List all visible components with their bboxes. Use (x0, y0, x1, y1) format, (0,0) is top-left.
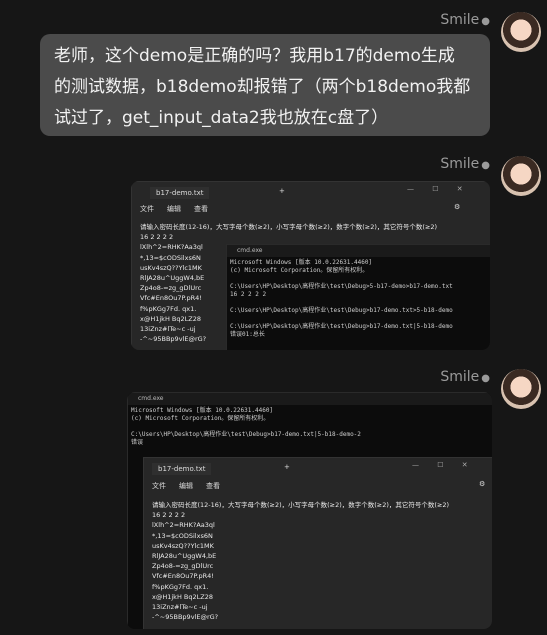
new-tab-icon: + (279, 187, 285, 195)
avatar[interactable] (501, 12, 541, 52)
screenshot-image[interactable]: cmd.exe Microsoft Windows [版本 10.0.22631… (127, 392, 492, 629)
gear-icon: ⚙ (479, 480, 486, 488)
notepad-content: 请输入密码长度(12-16)，大写字母个数(≥2)，小写字母个数(≥2)，数字个… (152, 501, 450, 622)
cmd-title: cmd.exe (128, 393, 492, 405)
notepad-tab: b17-demo.txt (150, 187, 210, 199)
message-line: 的测试数据，b18demo却报错了（两个b18demo我都 (54, 77, 471, 97)
menu-view: 查看 (206, 482, 220, 490)
cmd-window: cmd.exe Microsoft Windows [版本 10.0.22631… (226, 244, 490, 350)
menu-file: 文件 (152, 482, 166, 490)
sender-name: Smile ● (440, 369, 490, 385)
message-bubble: 老师，这个demo是正确的吗？我用b17的demo生成 的测试数据，b18dem… (40, 34, 490, 136)
cmd-output: Microsoft Windows [版本 10.0.22631.4460] (… (230, 259, 453, 338)
avatar[interactable] (501, 369, 541, 409)
notepad-window: b17-demo.txt + — ☐ ✕ 文件 编辑 查看 ⚙ 请输入密码长度(… (143, 457, 492, 629)
avatar[interactable] (501, 156, 541, 196)
cmd-title: cmd.exe (227, 245, 490, 257)
message-line: 试过了，get_input_data2我也放在c盘了） (54, 108, 389, 128)
menu-edit: 编辑 (179, 482, 193, 490)
menu-view: 查看 (194, 205, 208, 213)
sender-name: Smile ● (440, 12, 490, 28)
message-line: 老师，这个demo是正确的吗？我用b17的demo生成 (54, 46, 455, 66)
sender-name: Smile ● (440, 156, 490, 172)
screenshot-image[interactable]: b17-demo.txt + — ☐ ✕ 文件 编辑 查看 ⚙ 请输入密码长度(… (131, 181, 490, 350)
menu-file: 文件 (140, 205, 154, 213)
notepad-tab: b17-demo.txt (152, 463, 212, 475)
window-controls: — ☐ ✕ (412, 461, 476, 469)
new-tab-icon: + (284, 463, 290, 471)
window-controls: — ☐ ✕ (407, 185, 471, 193)
menu-edit: 编辑 (167, 205, 181, 213)
gear-icon: ⚙ (454, 203, 461, 211)
cmd-output: Microsoft Windows [版本 10.0.22631.4460] (… (131, 407, 361, 446)
